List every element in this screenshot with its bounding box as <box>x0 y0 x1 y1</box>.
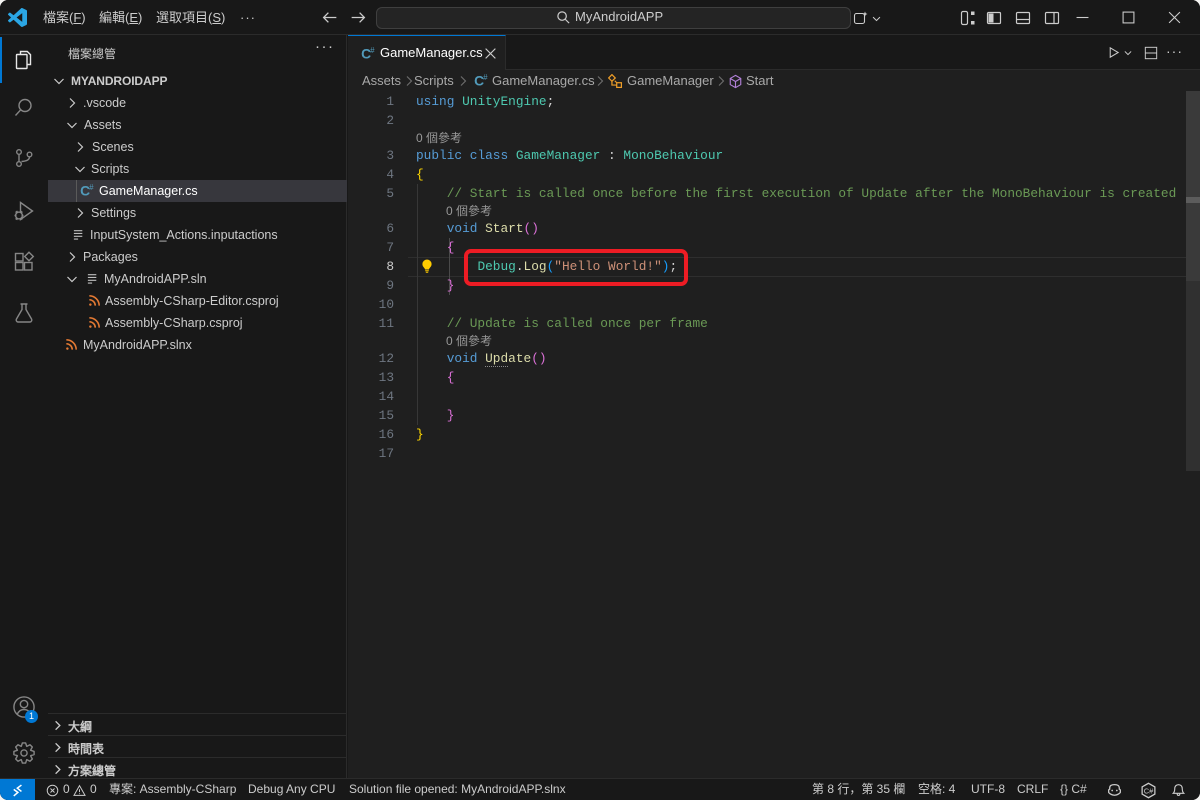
svg-text:#: # <box>370 46 375 55</box>
svg-text:C#: C# <box>1144 786 1154 795</box>
svg-text:#: # <box>483 73 488 82</box>
svg-text:#: # <box>89 183 94 192</box>
